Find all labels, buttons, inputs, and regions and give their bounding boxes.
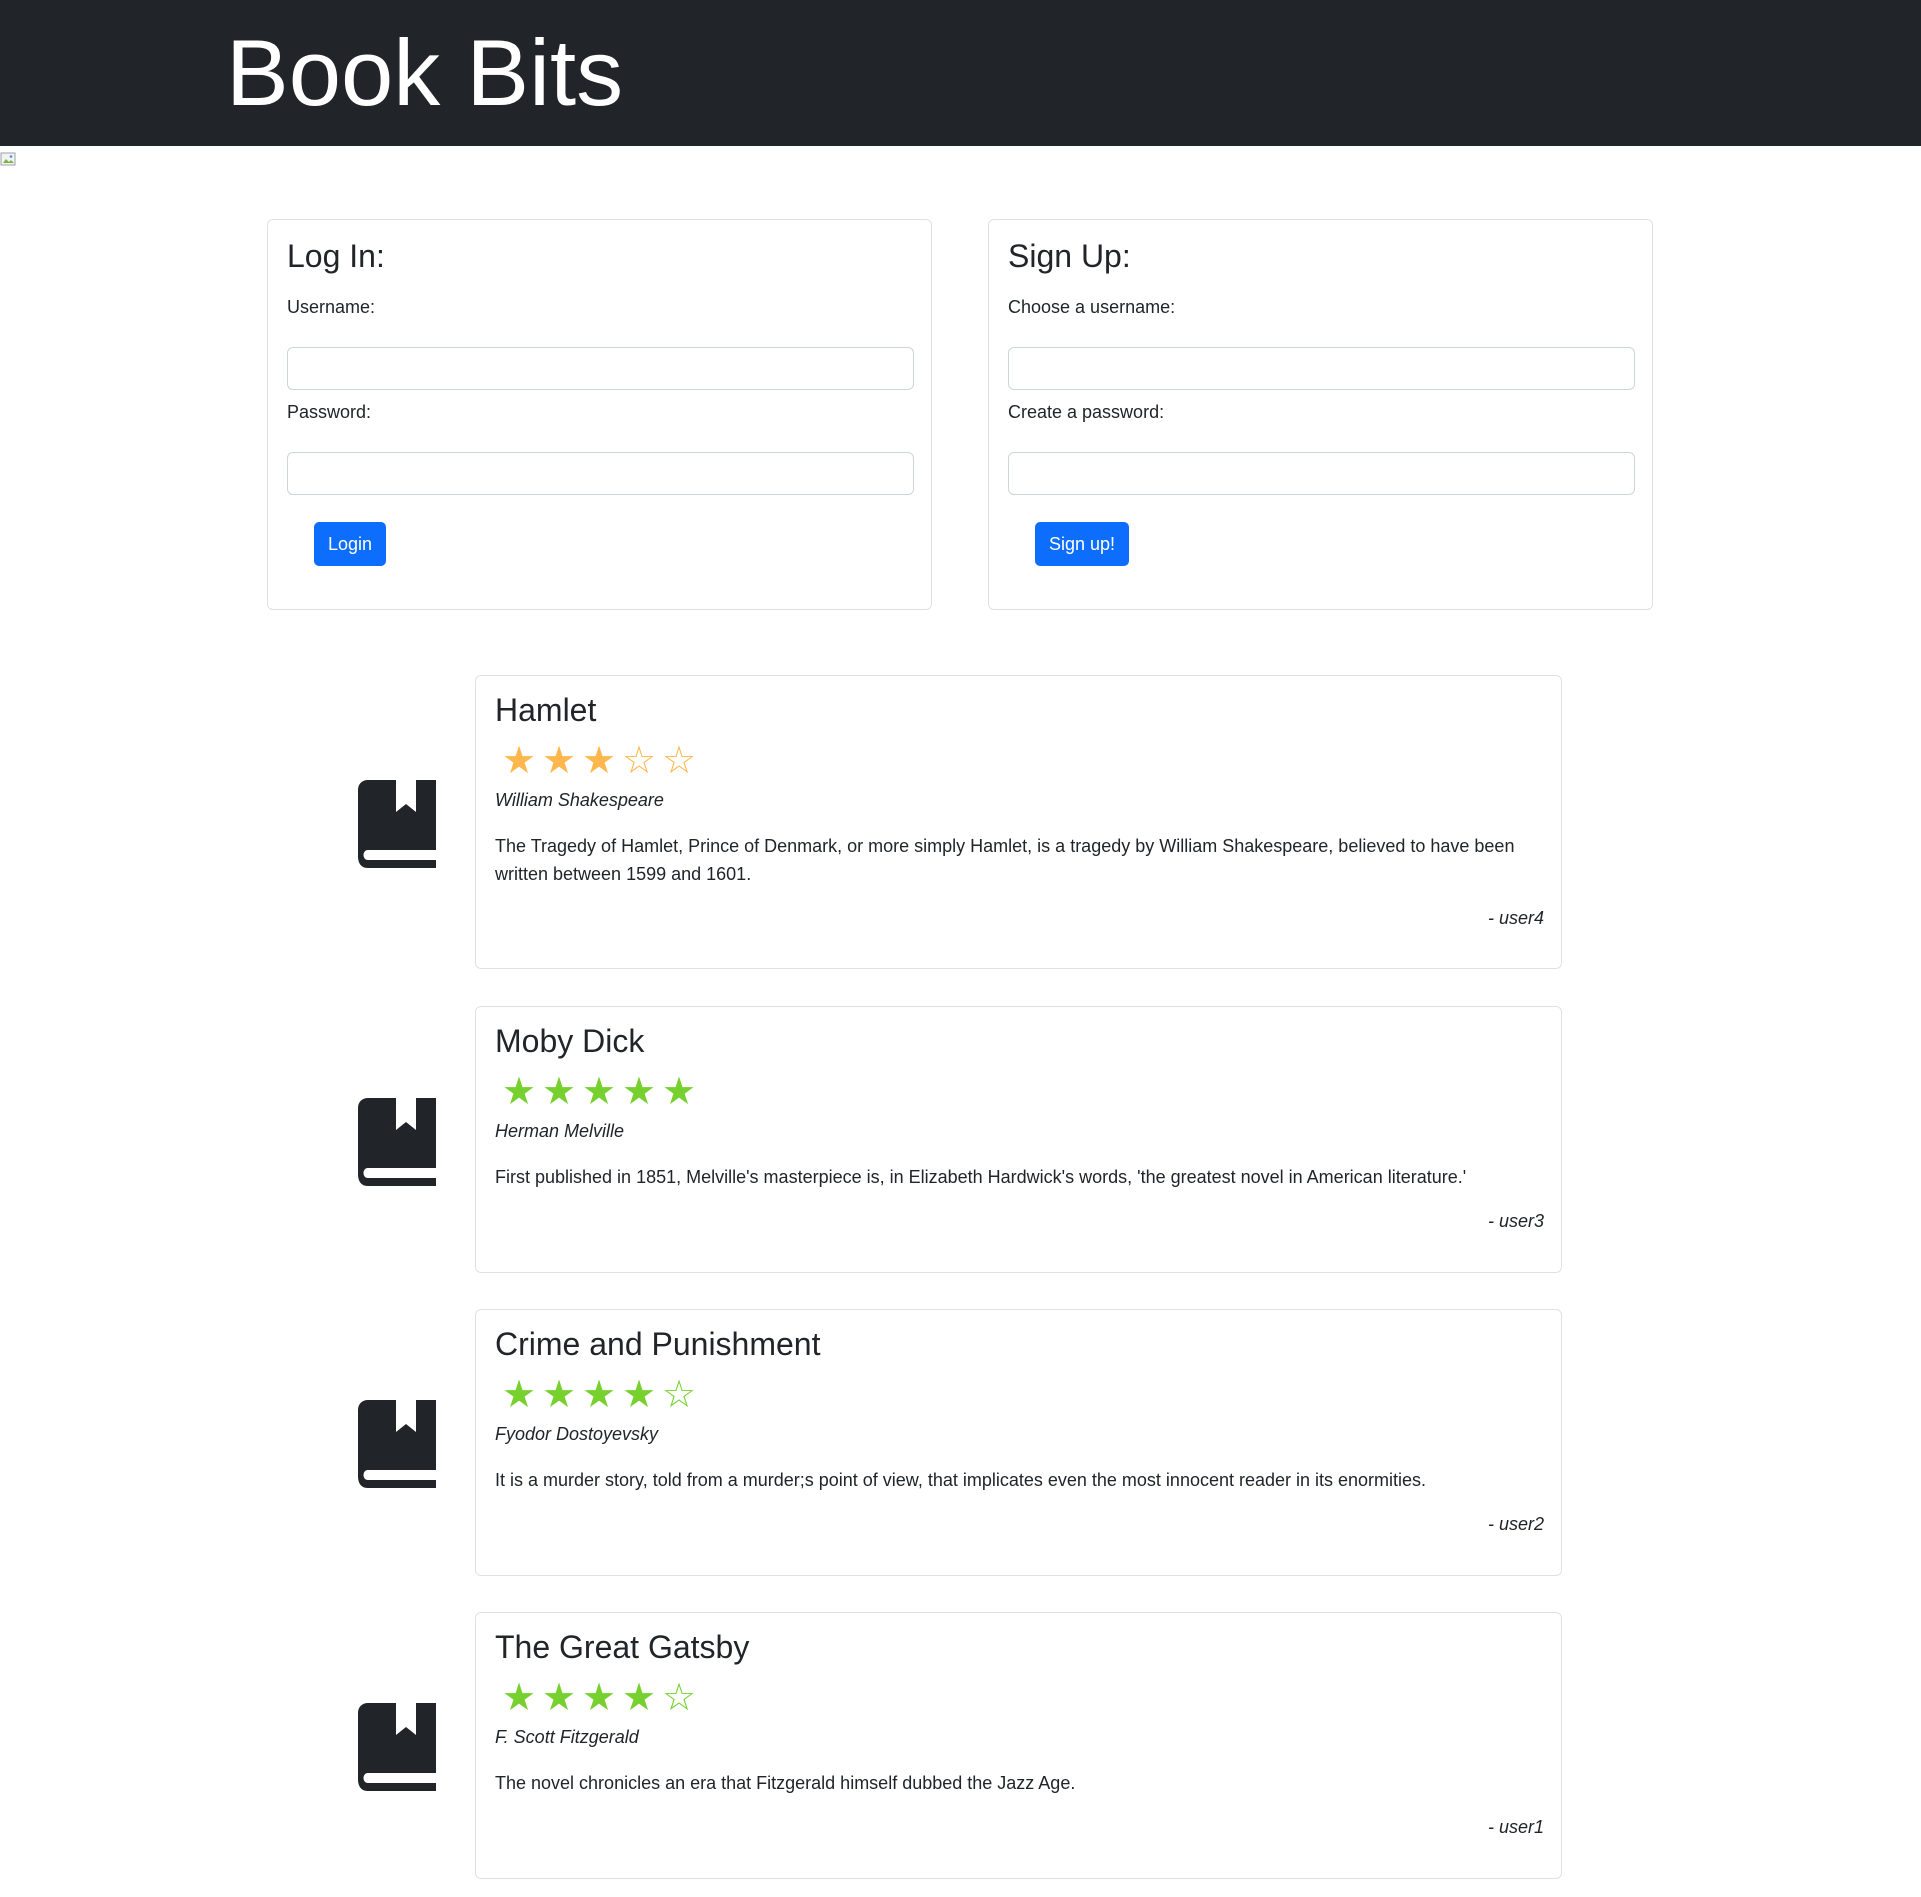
- star-filled-icon: ★: [582, 738, 617, 782]
- review-card: Hamlet ★ ★ ★ ☆ ☆ William Shakespeare The Tra…: [475, 675, 1562, 969]
- create-password-label: Create a password:: [1008, 402, 1165, 422]
- site-header: Book Bits: [0, 0, 1921, 146]
- broken-image-icon: [0, 152, 20, 172]
- star-empty-icon: ☆: [662, 738, 697, 782]
- password-label: Password:: [287, 402, 372, 422]
- star-empty-icon: ☆: [662, 1675, 697, 1719]
- star-filled-icon: ★: [662, 1069, 697, 1113]
- password-input[interactable]: [287, 452, 914, 495]
- star-filled-icon: ★: [502, 1069, 537, 1113]
- login-button[interactable]: Login: [314, 522, 387, 566]
- review-text: First published in 1851, Melville's mast…: [495, 1167, 1467, 1187]
- review-text: The Tragedy of Hamlet, Prince of Denmark…: [495, 836, 1515, 884]
- review-title: Moby Dick: [495, 1023, 645, 1059]
- star-filled-icon: ★: [622, 1069, 657, 1113]
- star-filled-icon: ★: [582, 1372, 617, 1416]
- star-filled-icon: ★: [582, 1675, 617, 1719]
- star-filled-icon: ★: [622, 1372, 657, 1416]
- review-user: - user1: [1487, 1817, 1544, 1837]
- review-author: William Shakespeare: [495, 790, 664, 810]
- star-filled-icon: ★: [542, 1069, 577, 1113]
- star-filled-icon: ★: [502, 1372, 537, 1416]
- review-text: It is a murder story, told from a murder…: [495, 1470, 1427, 1490]
- star-rating: ★ ★ ★ ☆ ☆: [502, 738, 702, 782]
- book-bookmark-icon: [356, 1396, 440, 1490]
- star-filled-icon: ★: [542, 738, 577, 782]
- login-card: Log In: Username: Password: Login: [267, 219, 932, 610]
- review-author: Fyodor Dostoyevsky: [495, 1424, 659, 1444]
- review-card: The Great Gatsby ★ ★ ★ ★ ☆ F. Scott Fitzgera…: [475, 1612, 1562, 1879]
- star-filled-icon: ★: [542, 1675, 577, 1719]
- review-author: F. Scott Fitzgerald: [495, 1727, 639, 1747]
- signup-heading: Sign Up:: [1008, 238, 1131, 274]
- review-text: The novel chronicles an era that Fitzger…: [495, 1773, 1076, 1793]
- star-rating: ★ ★ ★ ★ ★: [502, 1069, 702, 1113]
- review-card: Moby Dick ★ ★ ★ ★ ★ Herman Melville First pu…: [475, 1006, 1562, 1273]
- book-bookmark-icon: [356, 1699, 440, 1793]
- review-author: Herman Melville: [495, 1121, 625, 1141]
- star-rating: ★ ★ ★ ★ ☆: [502, 1372, 702, 1416]
- star-filled-icon: ★: [582, 1069, 617, 1113]
- review-title: Hamlet: [495, 692, 597, 728]
- star-empty-icon: ☆: [662, 1372, 697, 1416]
- choose-username-label: Choose a username:: [1008, 297, 1176, 317]
- login-heading: Log In:: [287, 238, 385, 274]
- book-bookmark-icon: [356, 776, 440, 870]
- book-bookmark-icon: [356, 1094, 440, 1188]
- star-filled-icon: ★: [502, 738, 537, 782]
- review-title: Crime and Punishment: [495, 1326, 821, 1362]
- star-rating: ★ ★ ★ ★ ☆: [502, 1675, 702, 1719]
- star-filled-icon: ★: [542, 1372, 577, 1416]
- username-label: Username:: [287, 297, 376, 317]
- review-user: - user2: [1487, 1514, 1544, 1534]
- review-title: The Great Gatsby: [495, 1629, 750, 1665]
- choose-username-input[interactable]: [1008, 347, 1635, 390]
- create-password-input[interactable]: [1008, 452, 1635, 495]
- signup-card: Sign Up: Choose a username: Create a pas…: [988, 219, 1653, 610]
- star-filled-icon: ★: [622, 1675, 657, 1719]
- star-filled-icon: ★: [502, 1675, 537, 1719]
- star-empty-icon: ☆: [622, 738, 657, 782]
- username-input[interactable]: [287, 347, 914, 390]
- site-title: Book Bits: [226, 20, 624, 125]
- review-user: - user3: [1487, 1211, 1544, 1231]
- review-user: - user4: [1487, 908, 1544, 928]
- signup-button[interactable]: Sign up!: [1035, 522, 1130, 566]
- review-card: Crime and Punishment ★ ★ ★ ★ ☆ Fyodor Dostoy…: [475, 1309, 1562, 1576]
